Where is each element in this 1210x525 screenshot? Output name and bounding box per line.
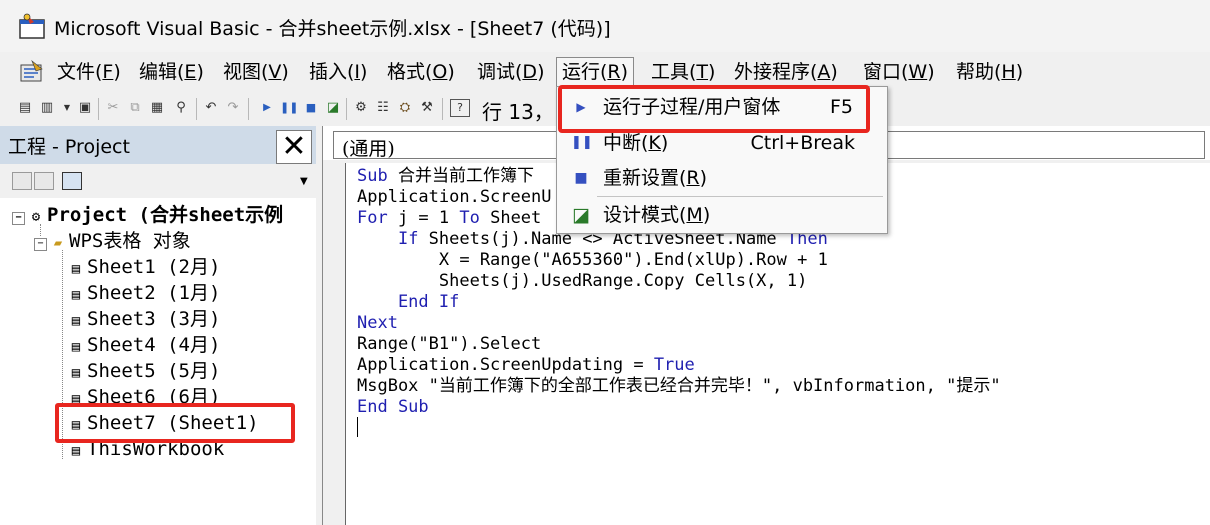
menu-view[interactable]: 视图(V) (218, 58, 294, 86)
code-line: End Sub (357, 397, 429, 417)
menu-separator (597, 196, 883, 197)
view-code-button[interactable] (12, 172, 32, 190)
design-mode-icon[interactable]: ◪ (324, 98, 342, 118)
code-line: Range("B1").Select (357, 334, 542, 354)
copy-icon[interactable]: ⧉ (126, 98, 144, 118)
menu-tools[interactable]: 工具(T) (646, 58, 720, 86)
reset-icon[interactable]: ■ (302, 98, 320, 118)
code-line: X = Range("A655360").End(xlUp).Row + 1 (357, 250, 828, 270)
vba-app-icon (19, 13, 45, 39)
vba-document-icon[interactable] (18, 59, 46, 85)
view-excel-icon[interactable]: ▤ (16, 98, 34, 118)
vba-project-icon: ⚙ (31, 209, 41, 225)
tree-item-sheet3[interactable]: ▤ Sheet3 (3月) (68, 306, 221, 332)
toolbox-icon[interactable]: ⚒ (418, 98, 436, 118)
sheet-icon: ▤ (71, 365, 81, 381)
menu-format[interactable]: 格式(O) (382, 58, 460, 86)
close-icon: ✕ (281, 129, 307, 164)
properties-icon[interactable]: ☷ (374, 98, 392, 118)
stop-icon: ■ (574, 170, 588, 186)
view-object-button[interactable] (34, 172, 54, 190)
code-line: For j = 1 To Sheet (357, 208, 542, 228)
find-icon[interactable]: ⚲ (172, 98, 190, 118)
sheet-icon: ▤ (71, 261, 81, 277)
project-explorer-header: 工程 - Project ✕ (0, 126, 316, 164)
menu-file[interactable]: 文件(F) (52, 58, 126, 86)
window-title: Microsoft Visual Basic - 合并sheet示例.xlsx … (54, 18, 611, 40)
help-icon[interactable]: ? (450, 99, 470, 117)
close-project-button[interactable]: ✕ (276, 130, 312, 164)
design-mode-item[interactable]: ◪ 设计模式(M) (557, 198, 887, 232)
sheet7-highlight (55, 403, 295, 443)
menu-help[interactable]: 帮助(H) (951, 58, 1028, 86)
save-icon[interactable]: ▣ (76, 98, 94, 118)
tree-item-sheet4[interactable]: ▤ Sheet4 (4月) (68, 332, 221, 358)
project-explorer-icon[interactable]: ⚙ (352, 98, 370, 118)
undo-icon[interactable]: ↶ (202, 98, 220, 118)
code-line: Sub 合并当前工作簿下 (357, 166, 534, 186)
object-browser-icon[interactable]: ⛭ (396, 98, 414, 118)
menu-addins[interactable]: 外接程序(A) (729, 58, 843, 86)
sheet-icon: ▤ (71, 287, 81, 303)
tree-item-sheet2[interactable]: ▤ Sheet2 (1月) (68, 280, 221, 306)
object-combo[interactable]: (通用) (333, 131, 565, 160)
menu-debug[interactable]: 调试(D) (472, 58, 549, 86)
run-item-highlight (558, 85, 870, 133)
code-line: Next (357, 313, 398, 333)
folder-icon: ▰ (53, 235, 63, 251)
paste-icon[interactable]: ▦ (148, 98, 166, 118)
insert-module-icon[interactable]: ▥ (38, 98, 56, 118)
title-bar: Microsoft Visual Basic - 合并sheet示例.xlsx … (0, 0, 1210, 52)
project-explorer-title: 工程 - Project (8, 136, 130, 158)
code-line: End If (357, 292, 460, 312)
code-line: Application.ScreenUpdating = True (357, 355, 695, 375)
insert-dropdown-icon[interactable]: ▼ (58, 98, 76, 118)
code-line: MsgBox "当前工作簿下的全部工作表已经合并完毕！", vbInformat… (357, 376, 1001, 396)
code-line: Application.ScreenU (357, 187, 552, 207)
project-tree: − ⚙ Project (合并sheet示例 − ▰ WPS表格 对象 ▤ Sheet1 … (0, 198, 316, 525)
margin-indicator-bar[interactable] (323, 163, 346, 525)
chevron-down-icon[interactable]: ▼ (300, 176, 308, 187)
menu-window[interactable]: 窗口(W) (858, 58, 940, 86)
collapse-icon[interactable]: − (12, 212, 25, 225)
reset-item[interactable]: ■ 重新设置(R) (557, 161, 887, 195)
menu-insert[interactable]: 插入(I) (304, 58, 372, 86)
sheet-icon: ▤ (71, 313, 81, 329)
design-mode-icon: ◪ (572, 204, 590, 226)
procedure-combo[interactable] (883, 131, 1205, 159)
project-explorer: 工程 - Project ✕ ▼ − ⚙ Project (合并sheet示例 − ▰… (0, 126, 316, 525)
collapse-icon[interactable]: − (34, 238, 47, 251)
run-icon[interactable]: ▶ (258, 98, 276, 118)
toggle-folders-button[interactable] (62, 172, 82, 190)
sheet-icon: ▤ (71, 339, 81, 355)
code-line: Sheets(j).UsedRange.Copy Cells(X, 1) (357, 271, 808, 291)
text-caret (357, 417, 358, 437)
menu-run[interactable]: 运行(R) (556, 57, 635, 87)
redo-icon[interactable]: ↷ (224, 98, 242, 118)
menu-edit[interactable]: 编辑(E) (134, 58, 209, 86)
tree-item-sheet1[interactable]: ▤ Sheet1 (2月) (68, 254, 221, 280)
cut-icon[interactable]: ✂ (104, 98, 122, 118)
break-icon[interactable]: ❚❚ (280, 98, 298, 118)
project-explorer-toolbar: ▼ (0, 164, 316, 198)
tree-item-sheet5[interactable]: ▤ Sheet5 (5月) (68, 358, 221, 384)
tree-folder-objects[interactable]: − ▰ WPS表格 对象 (34, 228, 191, 254)
tree-root-project[interactable]: − ⚙ Project (合并sheet示例 (12, 202, 283, 228)
cursor-position: 行 13， (482, 100, 554, 124)
